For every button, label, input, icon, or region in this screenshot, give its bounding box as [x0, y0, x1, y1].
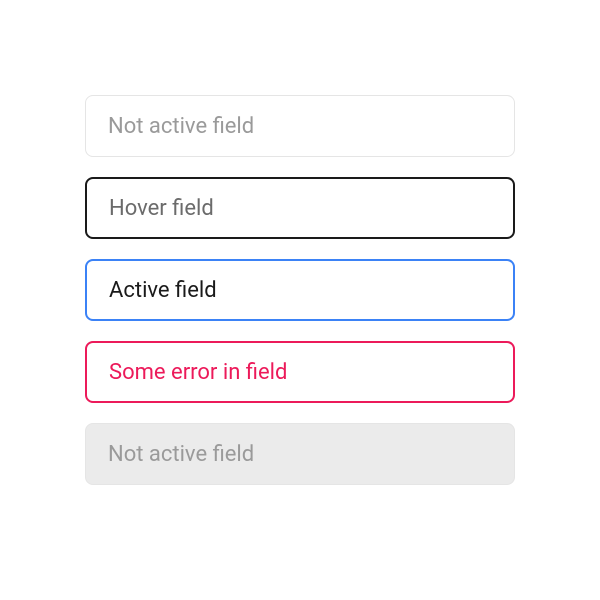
- input-field-active[interactable]: Active field: [85, 259, 515, 321]
- input-field-hover[interactable]: Hover field: [85, 177, 515, 239]
- input-placeholder: Hover field: [109, 196, 214, 221]
- input-value: Some error in field: [109, 360, 287, 385]
- input-placeholder: Not active field: [108, 442, 254, 467]
- input-value: Active field: [109, 278, 217, 303]
- input-placeholder: Not active field: [108, 114, 254, 139]
- input-field-disabled: Not active field: [85, 423, 515, 485]
- input-field-inactive[interactable]: Not active field: [85, 95, 515, 157]
- input-field-error[interactable]: Some error in field: [85, 341, 515, 403]
